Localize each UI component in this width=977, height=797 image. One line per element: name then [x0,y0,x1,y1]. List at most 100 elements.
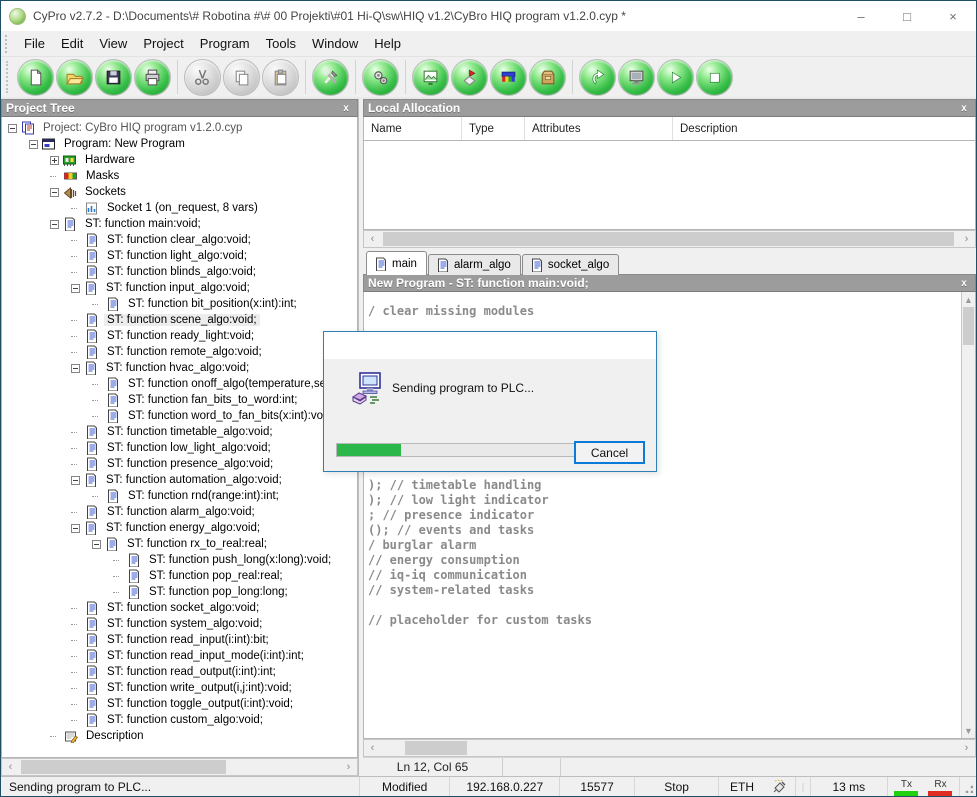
tree-node[interactable]: ST: function main:void; [2,216,357,232]
tree-node[interactable]: Description [2,728,357,744]
rx-label: Rx [934,779,946,790]
variables-button[interactable] [490,59,527,96]
io-monitor-button[interactable] [412,59,449,96]
tab-alarm_algo[interactable]: alarm_algo [428,254,521,275]
minimize-button[interactable]: – [838,1,884,31]
tree-node[interactable]: ST: function timetable_algo:void; [2,424,357,440]
tree-node[interactable]: ST: function write_output(i,j:int):void; [2,680,357,696]
collapse-icon[interactable] [50,220,59,229]
cancel-button[interactable]: Cancel [574,441,645,464]
tree-node[interactable]: ST: function onoff_algo(temperature,setp… [2,376,357,392]
tools-button[interactable] [312,59,349,96]
tree-node[interactable]: Socket 1 (on_request, 8 vars) [2,200,357,216]
tree-node[interactable]: ST: function input_algo:void; [2,280,357,296]
editor-close-icon[interactable]: x [957,278,971,289]
tree-node[interactable]: ST: function bit_position(x:int):int; [2,296,357,312]
tree-node[interactable]: ST: function pop_long:long; [2,584,357,600]
print-button[interactable] [134,59,171,96]
collapse-icon[interactable] [92,540,101,549]
tree-node[interactable]: Program: New Program [2,136,357,152]
allocation-hscrollbar[interactable]: ‹ › [363,230,976,248]
settings-button[interactable] [362,59,399,96]
open-folder-button[interactable] [56,59,93,96]
tree-node[interactable]: ST: function light_algo:void; [2,248,357,264]
tree-node[interactable]: ST: function fan_bits_to_word:int; [2,392,357,408]
resize-grip[interactable] [960,777,976,797]
menu-edit[interactable]: Edit [53,33,91,54]
scroll-left-icon[interactable]: ‹ [2,759,19,775]
collapse-icon[interactable] [71,524,80,533]
tree-hscrollbar[interactable]: ‹ › [1,758,358,776]
tree-node[interactable]: ST: function presence_algo:void; [2,456,357,472]
tree-node[interactable]: Masks [2,168,357,184]
archive-button[interactable] [529,59,566,96]
tree-node[interactable]: ST: function automation_algo:void; [2,472,357,488]
toolbar-separator [177,60,178,94]
tree-node[interactable]: Hardware [2,152,357,168]
tree-node[interactable]: ST: function custom_algo:void; [2,712,357,728]
editor-vscrollbar[interactable]: ▲ ▼ [961,292,975,738]
menu-project[interactable]: Project [135,33,191,54]
tree-node[interactable]: ST: function word_to_fan_bits(x:int):voi… [2,408,357,424]
close-button[interactable]: × [930,1,976,31]
tab-main[interactable]: main [366,251,427,275]
tree-node[interactable]: ST: function hvac_algo:void; [2,360,357,376]
send-button[interactable] [579,59,616,96]
new-file-button[interactable] [17,59,54,96]
scroll-up-icon[interactable]: ▲ [962,292,975,307]
tree-node[interactable]: ST: function read_output(i:int):int; [2,664,357,680]
scroll-right-icon[interactable]: › [958,231,975,247]
tree-node[interactable]: ST: function read_input(i:int):bit; [2,632,357,648]
start-button[interactable] [657,59,694,96]
tree-node[interactable]: Sockets [2,184,357,200]
menu-tools[interactable]: Tools [258,33,304,54]
scroll-left-icon[interactable]: ‹ [364,740,381,756]
tree-node[interactable]: ST: function scene_algo:void; [2,312,357,328]
tree-node[interactable]: ST: function read_input_mode(i:int):int; [2,648,357,664]
flag-button[interactable] [451,59,488,96]
tree-node[interactable]: ST: function toggle_output(i:int):void; [2,696,357,712]
editor-hscrollbar[interactable]: ‹ › [363,739,976,757]
tree-node[interactable]: ST: function ready_light:void; [2,328,357,344]
tree-node[interactable]: ST: function rx_to_real:real; [2,536,357,552]
tree-node[interactable]: ST: function alarm_algo:void; [2,504,357,520]
col-name[interactable]: Name [364,117,462,140]
col-attributes[interactable]: Attributes [525,117,673,140]
scroll-right-icon[interactable]: › [958,740,975,756]
collapse-icon[interactable] [29,140,38,149]
col-type[interactable]: Type [462,117,525,140]
scroll-right-icon[interactable]: › [340,759,357,775]
tree-node[interactable]: ST: function rnd(range:int):int; [2,488,357,504]
menu-view[interactable]: View [91,33,135,54]
save-button[interactable] [95,59,132,96]
collapse-icon[interactable] [71,364,80,373]
expand-icon[interactable] [50,156,59,165]
col-description[interactable]: Description [673,117,975,140]
tree-node[interactable]: ST: function low_light_algo:void; [2,440,357,456]
tree-node[interactable]: ST: function push_long(x:long):void; [2,552,357,568]
tree-node[interactable]: ST: function blinds_algo:void; [2,264,357,280]
tree-node[interactable]: ST: function system_algo:void; [2,616,357,632]
menu-program[interactable]: Program [192,33,258,54]
menu-help[interactable]: Help [366,33,409,54]
monitor-button[interactable] [618,59,655,96]
tab-socket_algo[interactable]: socket_algo [522,254,619,275]
project-tree-close-icon[interactable]: x [339,103,353,114]
tree-node[interactable]: ST: function clear_algo:void; [2,232,357,248]
collapse-icon[interactable] [71,284,80,293]
collapse-icon[interactable] [50,188,59,197]
tree-node[interactable]: ST: function pop_real:real; [2,568,357,584]
scroll-left-icon[interactable]: ‹ [364,231,381,247]
stop-button[interactable] [696,59,733,96]
tree-node[interactable]: ST: function energy_algo:void; [2,520,357,536]
collapse-icon[interactable] [71,476,80,485]
tree-node[interactable]: ST: function socket_algo:void; [2,600,357,616]
menu-window[interactable]: Window [304,33,366,54]
local-allocation-close-icon[interactable]: x [957,103,971,114]
menu-file[interactable]: File [16,33,53,54]
tree-node[interactable]: ST: function remote_algo:void; [2,344,357,360]
maximize-button[interactable]: □ [884,1,930,31]
scroll-down-icon[interactable]: ▼ [962,723,975,738]
collapse-icon[interactable] [8,124,17,133]
tree-node[interactable]: Project: CyBro HIQ program v1.2.0.cyp [2,120,357,136]
